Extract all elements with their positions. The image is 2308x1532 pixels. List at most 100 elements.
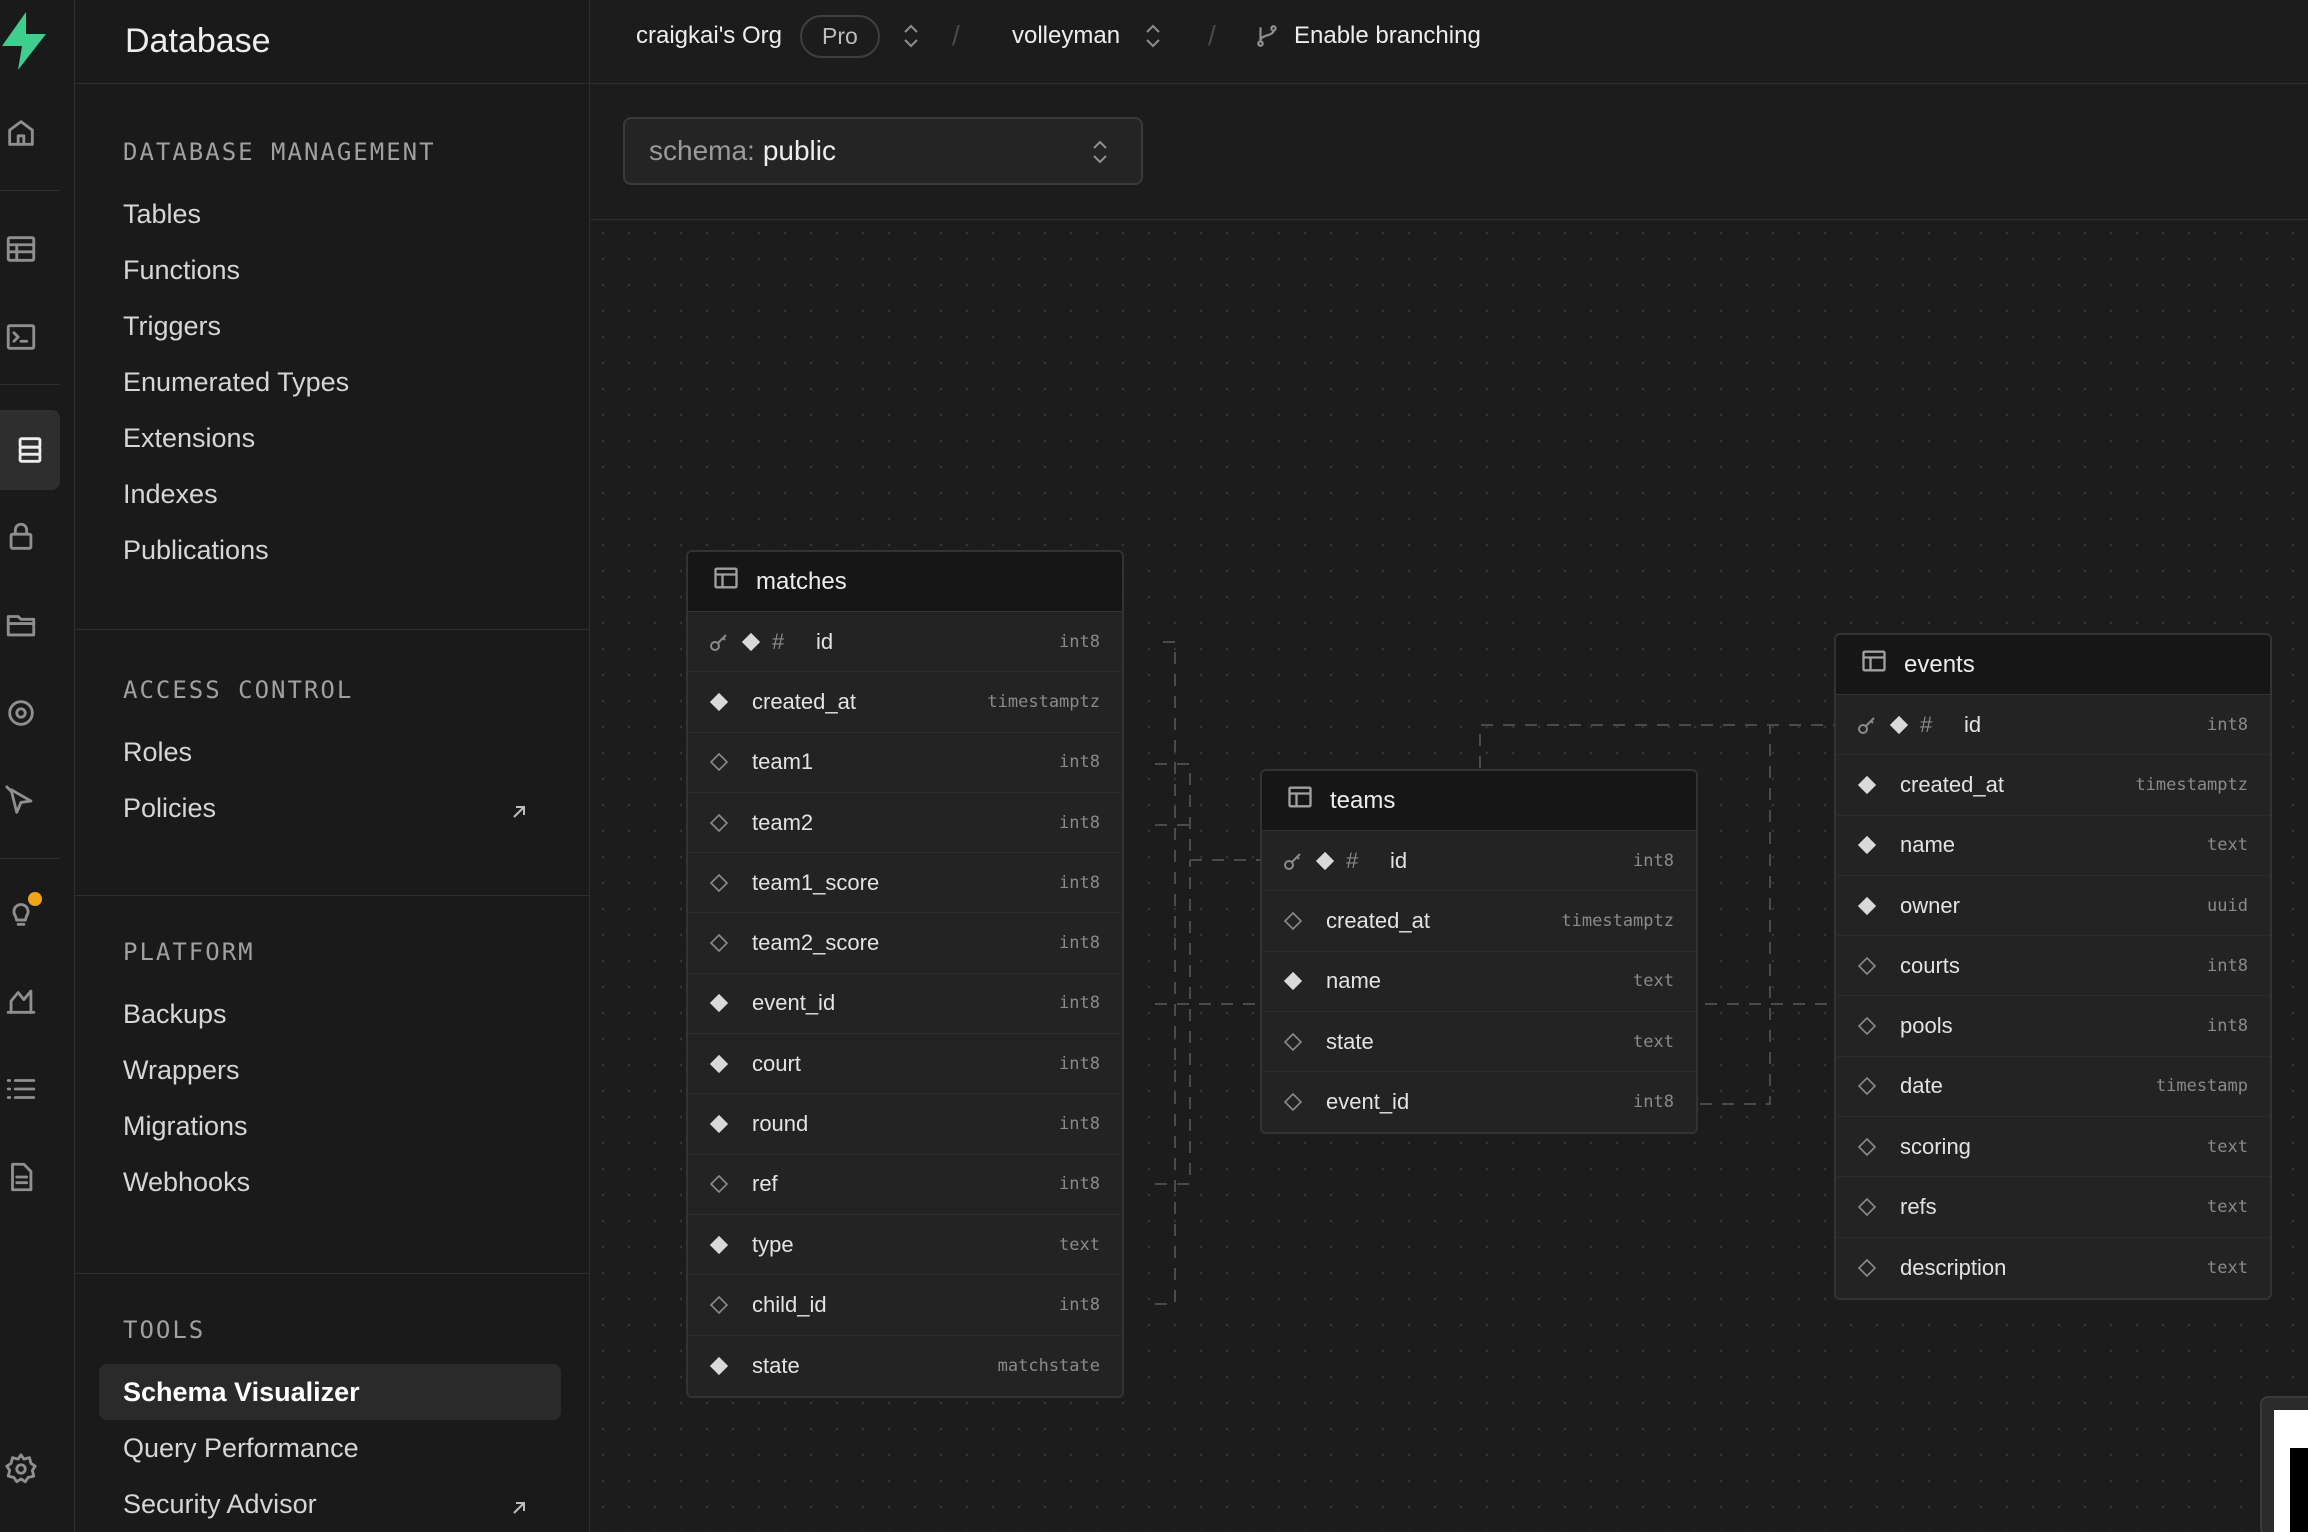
nullable-diamond-icon <box>708 812 730 834</box>
sidebar-item-migrations[interactable]: Migrations <box>123 1098 589 1154</box>
logs-icon[interactable] <box>0 1068 42 1110</box>
docs-icon[interactable] <box>0 1156 42 1198</box>
section-platform: PLATFORM Backups Wrappers Migrations Web… <box>75 896 589 1274</box>
table-card-teams[interactable]: teams # id int8 created_at timestamptz name te… <box>1260 769 1698 1135</box>
sidebar-item-enumerated-types[interactable]: Enumerated Types <box>123 354 589 410</box>
sidebar-item-extensions[interactable]: Extensions <box>123 410 589 466</box>
column-icons <box>688 1294 752 1316</box>
sidebar-item-backups[interactable]: Backups <box>123 986 589 1042</box>
column-type: int8 <box>1059 933 1100 954</box>
column-row[interactable]: created_at timestamptz <box>1836 755 2270 816</box>
sidebar-item-security-advisor[interactable]: Security Advisor <box>123 1476 589 1532</box>
column-row[interactable]: court int8 <box>688 1034 1122 1095</box>
sidebar-item-functions[interactable]: Functions <box>123 242 589 298</box>
primary-key-icon <box>1282 850 1304 872</box>
schema-select[interactable]: schema: public <box>623 117 1143 185</box>
section-title: DATABASE MANAGEMENT <box>123 138 436 166</box>
nullable-diamond-icon <box>1856 1136 1878 1158</box>
sidebar-item-roles[interactable]: Roles <box>123 724 589 780</box>
storage-icon[interactable] <box>0 604 42 646</box>
column-row[interactable]: event_id int8 <box>688 974 1122 1035</box>
column-row[interactable]: description text <box>1836 1238 2270 1298</box>
column-row[interactable]: team2_score int8 <box>688 913 1122 974</box>
column-row[interactable]: team1_score int8 <box>688 853 1122 914</box>
column-name: team1 <box>752 749 814 775</box>
column-row[interactable]: scoring text <box>1836 1117 2270 1178</box>
supabase-logo-icon[interactable] <box>0 10 48 72</box>
sidebar-item-indexes[interactable]: Indexes <box>123 466 589 522</box>
column-type: text <box>2207 1197 2248 1218</box>
column-row[interactable]: state matchstate <box>688 1336 1122 1396</box>
database-icon[interactable] <box>0 410 60 490</box>
column-name: event_id <box>752 990 836 1016</box>
column-row[interactable]: team2 int8 <box>688 793 1122 854</box>
table-name: teams <box>1330 786 1396 814</box>
column-icons <box>1836 1196 1900 1218</box>
rail-divider <box>0 190 60 191</box>
reports-icon[interactable] <box>0 980 42 1022</box>
column-row[interactable]: name text <box>1836 816 2270 876</box>
sql-editor-icon[interactable] <box>0 316 42 358</box>
sidebar-item-triggers[interactable]: Triggers <box>123 298 589 354</box>
not-null-diamond-icon <box>708 1355 730 1377</box>
edge-functions-icon[interactable] <box>0 780 42 822</box>
column-row[interactable]: pools int8 <box>1836 996 2270 1057</box>
auth-icon[interactable] <box>0 516 42 558</box>
column-row[interactable]: created_at timestamptz <box>1262 891 1696 952</box>
org-name: craigkai's Org <box>636 22 782 49</box>
column-row[interactable]: # id int8 <box>688 612 1122 673</box>
column-row[interactable]: ref int8 <box>688 1155 1122 1215</box>
sidebar-item-policies[interactable]: Policies <box>123 780 589 836</box>
table-card-matches[interactable]: matches # id int8 created_at timestamptz team… <box>686 550 1124 1398</box>
column-icons <box>688 1355 752 1377</box>
column-icons <box>1836 955 1900 977</box>
org-selector[interactable]: craigkai's Org <box>636 0 782 72</box>
sidebar-item-webhooks[interactable]: Webhooks <box>123 1154 589 1210</box>
column-row[interactable]: name text <box>1262 952 1696 1012</box>
column-row[interactable]: refs text <box>1836 1177 2270 1238</box>
column-icons <box>1836 895 1900 917</box>
table-editor-icon[interactable] <box>0 228 42 270</box>
column-row[interactable]: team1 int8 <box>688 733 1122 793</box>
column-name: court <box>752 1050 801 1076</box>
column-row[interactable]: event_id int8 <box>1262 1072 1696 1132</box>
minimap-panel[interactable] <box>2260 1396 2308 1532</box>
column-icons <box>688 812 752 834</box>
column-row[interactable]: date timestamp <box>1836 1057 2270 1118</box>
column-name: date <box>1900 1073 1943 1099</box>
column-name: child_id <box>752 1291 827 1317</box>
column-row[interactable]: owner uuid <box>1836 876 2270 937</box>
section-tools: TOOLS Schema Visualizer Query Performanc… <box>75 1274 589 1532</box>
nullable-diamond-icon <box>1856 1075 1878 1097</box>
settings-icon[interactable] <box>0 1448 42 1490</box>
enable-branching-button[interactable]: Enable branching <box>1254 0 1481 72</box>
realtime-icon[interactable] <box>0 692 42 734</box>
sidebar-item-tables[interactable]: Tables <box>123 186 589 242</box>
column-row[interactable]: type text <box>688 1215 1122 1276</box>
sidebar-item-publications[interactable]: Publications <box>123 522 589 578</box>
not-null-diamond-icon <box>740 631 762 653</box>
column-row[interactable]: courts int8 <box>1836 936 2270 997</box>
org-switcher-chevron-icon[interactable] <box>900 0 922 72</box>
column-type: uuid <box>2207 895 2248 916</box>
column-icons <box>1836 774 1900 796</box>
column-row[interactable]: round int8 <box>688 1094 1122 1155</box>
column-icons <box>1836 1136 1900 1158</box>
project-switcher-chevron-icon[interactable] <box>1142 0 1164 72</box>
column-row[interactable]: created_at timestamptz <box>688 672 1122 733</box>
project-selector[interactable]: volleyman <box>1012 0 1120 72</box>
column-type: timestamptz <box>1561 910 1674 931</box>
sidebar-item-wrappers[interactable]: Wrappers <box>123 1042 589 1098</box>
column-row[interactable]: # id int8 <box>1836 695 2270 756</box>
column-row[interactable]: # id int8 <box>1262 831 1696 892</box>
sidebar-item-schema-visualizer[interactable]: Schema Visualizer <box>99 1364 561 1420</box>
table-card-events[interactable]: events # id int8 created_at timestamptz name t… <box>1834 633 2272 1300</box>
section-database-management: DATABASE MANAGEMENT Tables Functions Tri… <box>75 84 589 630</box>
column-row[interactable]: state text <box>1262 1012 1696 1073</box>
rail-divider <box>0 384 60 385</box>
column-row[interactable]: child_id int8 <box>688 1275 1122 1336</box>
sidebar-item-query-performance[interactable]: Query Performance <box>123 1420 589 1476</box>
column-name: owner <box>1900 892 1960 918</box>
home-icon[interactable] <box>0 112 42 154</box>
notification-dot <box>28 892 42 906</box>
